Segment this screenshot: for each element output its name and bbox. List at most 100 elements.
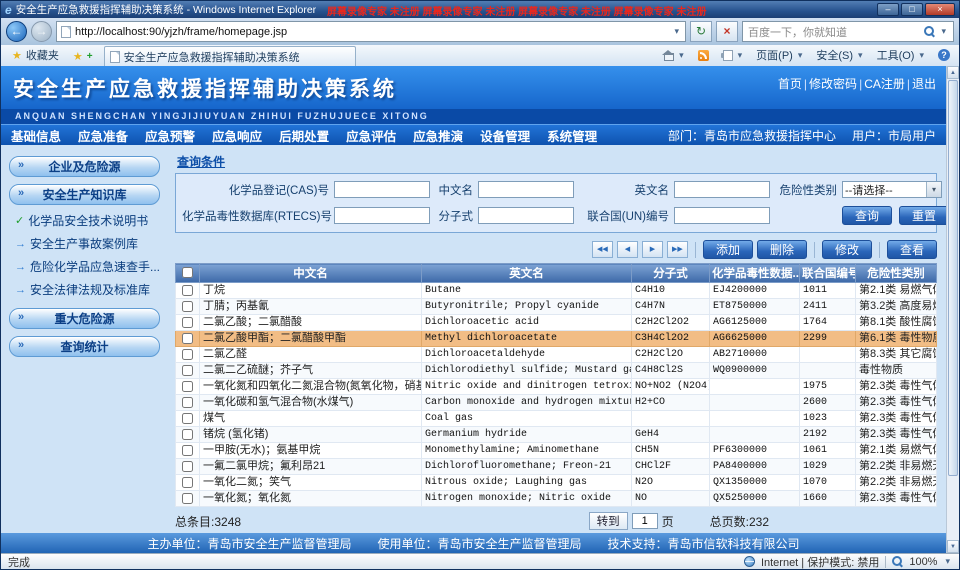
add-favorite-button[interactable]: ★+ [66, 48, 100, 66]
row-checkbox[interactable] [182, 381, 193, 392]
sidebar-item-knowledge-base[interactable]: »安全生产知识库 [9, 184, 160, 205]
add-button[interactable]: 添加 [703, 240, 753, 259]
row-checkbox[interactable] [182, 365, 193, 376]
row-checkbox[interactable] [182, 445, 193, 456]
sidebar-link[interactable]: →安全生产事故案例库 [15, 235, 160, 252]
nav-item[interactable]: 设备管理 [480, 126, 530, 145]
row-checkbox[interactable] [182, 301, 193, 312]
table-row[interactable]: 一氧化碳和氢气混合物(水煤气)Carbon monoxide and hydro… [176, 395, 937, 411]
back-button[interactable]: ← [6, 21, 27, 42]
favorites-button[interactable]: ★ 收藏夹 [5, 45, 66, 66]
url-field[interactable]: http://localhost:90/yjzh/frame/homepage.… [56, 21, 686, 42]
table-row[interactable]: 煤气Coal gas1023第2.3类 毒性气体 [176, 411, 937, 427]
search-dropdown-icon[interactable]: ▾ [939, 26, 948, 37]
nav-item[interactable]: 后期处置 [279, 126, 329, 145]
cn-name-input[interactable] [478, 181, 574, 198]
scroll-up-icon[interactable]: ▲ [947, 66, 959, 79]
table-row[interactable]: 锗烷 (氢化锗)Germanium hydrideGeH42192第2.3类 毒… [176, 427, 937, 443]
first-page-button[interactable]: ◀◀ [592, 241, 613, 258]
sidebar-item-query-statistics[interactable]: »查询统计 [9, 336, 160, 357]
table-row[interactable]: 丁腈；丙基氰Butyronitrile; Propyl cyanideC4H7N… [176, 299, 937, 315]
nav-item[interactable]: 基础信息 [11, 126, 61, 145]
stop-button[interactable]: × [716, 21, 738, 42]
table-row[interactable]: 一氧化二氮；笑气Nitrous oxide; Laughing gasN2OQX… [176, 475, 937, 491]
nav-item[interactable]: 应急响应 [212, 126, 262, 145]
sidebar-item-major-hazards[interactable]: »重大危险源 [9, 308, 160, 329]
delete-button[interactable]: 删除 [757, 240, 807, 259]
row-checkbox[interactable] [182, 349, 193, 360]
row-checkbox[interactable] [182, 477, 193, 488]
search-button[interactable]: 查询 [842, 206, 892, 225]
row-checkbox[interactable] [182, 285, 193, 296]
nav-item[interactable]: 应急预警 [145, 126, 195, 145]
search-icon[interactable] [924, 26, 935, 37]
un-number-input[interactable] [674, 207, 770, 224]
maximize-button[interactable]: □ [901, 3, 923, 16]
table-row[interactable]: 一氧化氮和四氧化二氮混合物(氮氧化物，硝基气，氧化氮气体)Nitric oxid… [176, 379, 937, 395]
zoom-level[interactable]: 100% [909, 556, 937, 568]
modify-button[interactable]: 修改 [822, 240, 872, 259]
help-button[interactable]: ? [933, 48, 955, 62]
header-link[interactable]: 首页 [778, 75, 802, 92]
row-checkbox[interactable] [182, 461, 193, 472]
row-checkbox[interactable] [182, 397, 193, 408]
table-row[interactable]: 二氯二乙硫醚；芥子气Dichlorodiethyl sulfide; Musta… [176, 363, 937, 379]
zoom-dropdown-icon[interactable]: ▾ [943, 556, 952, 567]
prev-page-button[interactable]: ◀ [617, 241, 638, 258]
nav-item[interactable]: 应急准备 [78, 126, 128, 145]
home-button[interactable]: ▾ [657, 49, 691, 62]
page-menu-button[interactable]: 页面(P)▾ [751, 46, 809, 64]
select-all-checkbox[interactable] [182, 267, 193, 278]
row-checkbox[interactable] [182, 333, 193, 344]
zoom-icon[interactable] [892, 556, 903, 567]
scrollbar-track[interactable] [947, 79, 959, 540]
rtecs-input[interactable] [334, 207, 430, 224]
sidebar-link[interactable]: ✓化学品安全技术说明书 [15, 212, 160, 229]
last-page-button[interactable]: ▶▶ [667, 241, 688, 258]
hazard-class-select[interactable]: --请选择-- ▾ [842, 181, 942, 198]
header-link[interactable]: 修改密码 [809, 75, 857, 92]
row-checkbox[interactable] [182, 317, 193, 328]
print-button[interactable]: ▾ [716, 49, 750, 62]
sidebar-link[interactable]: →安全法律法规及标准库 [15, 281, 160, 298]
row-checkbox[interactable] [182, 413, 193, 424]
header-link[interactable]: CA注册 [864, 75, 905, 92]
header-link[interactable]: 退出 [912, 75, 936, 92]
safety-menu-button[interactable]: 安全(S)▾ [811, 46, 869, 64]
view-button[interactable]: 查看 [887, 240, 937, 259]
nav-item[interactable]: 系统管理 [547, 126, 597, 145]
scrollbar-thumb[interactable] [948, 80, 958, 476]
nav-item[interactable]: 应急评估 [346, 126, 396, 145]
formula-input[interactable] [478, 207, 574, 224]
table-row[interactable]: 二氯乙酸；二氯醋酸Dichloroacetic acidC2H2Cl2O2AG6… [176, 315, 937, 331]
sidebar-link[interactable]: →危险化学品应急速查手... [15, 258, 160, 275]
row-checkbox[interactable] [182, 493, 193, 504]
table-row[interactable]: 二氯乙酸甲酯；二氯醋酸甲酯Methyl dichloroacetateC3H4C… [176, 331, 937, 347]
page-number-input[interactable] [632, 513, 658, 529]
search-field[interactable]: 百度一下，你就知道 ▾ [742, 21, 954, 42]
forward-button[interactable]: → [31, 21, 52, 42]
table-row[interactable]: 一氟二氯甲烷；氟利昂21Dichlorofluoromethane; Freon… [176, 459, 937, 475]
url-history-dropdown-icon[interactable]: ▾ [672, 26, 681, 37]
refresh-button[interactable]: ↻ [690, 21, 712, 42]
table-row[interactable]: 丁烷ButaneC4H10EJ42000001011第2.1类 易燃气体 [176, 283, 937, 299]
row-checkbox[interactable] [182, 429, 193, 440]
table-row[interactable]: 一甲胺(无水)；氨基甲烷Monomethylamine; Aminomethan… [176, 443, 937, 459]
chevron-down-icon[interactable]: ▾ [926, 182, 941, 197]
vertical-scrollbar[interactable]: ▲ ▼ [946, 66, 959, 553]
close-button[interactable]: × [925, 3, 955, 16]
goto-page-button[interactable]: 转到 [589, 512, 628, 530]
minimize-button[interactable]: – [877, 3, 899, 16]
cas-input[interactable] [334, 181, 430, 198]
en-name-input[interactable] [674, 181, 770, 198]
next-page-button[interactable]: ▶ [642, 241, 663, 258]
nav-item[interactable]: 应急推演 [413, 126, 463, 145]
table-row[interactable]: 一氧化氮；氧化氮Nitrogen monoxide; Nitric oxideN… [176, 491, 937, 507]
tools-menu-button[interactable]: 工具(O)▾ [872, 46, 931, 64]
feeds-button[interactable] [693, 49, 714, 62]
reset-button[interactable]: 重置 [899, 206, 949, 225]
table-row[interactable]: 二氯乙醛DichloroacetaldehydeC2H2Cl2OAB271000… [176, 347, 937, 363]
url-text[interactable]: http://localhost:90/yjzh/frame/homepage.… [75, 26, 668, 38]
scroll-down-icon[interactable]: ▼ [947, 540, 959, 553]
browser-tab[interactable]: 安全生产应急救援指挥辅助决策系统 [104, 46, 356, 66]
